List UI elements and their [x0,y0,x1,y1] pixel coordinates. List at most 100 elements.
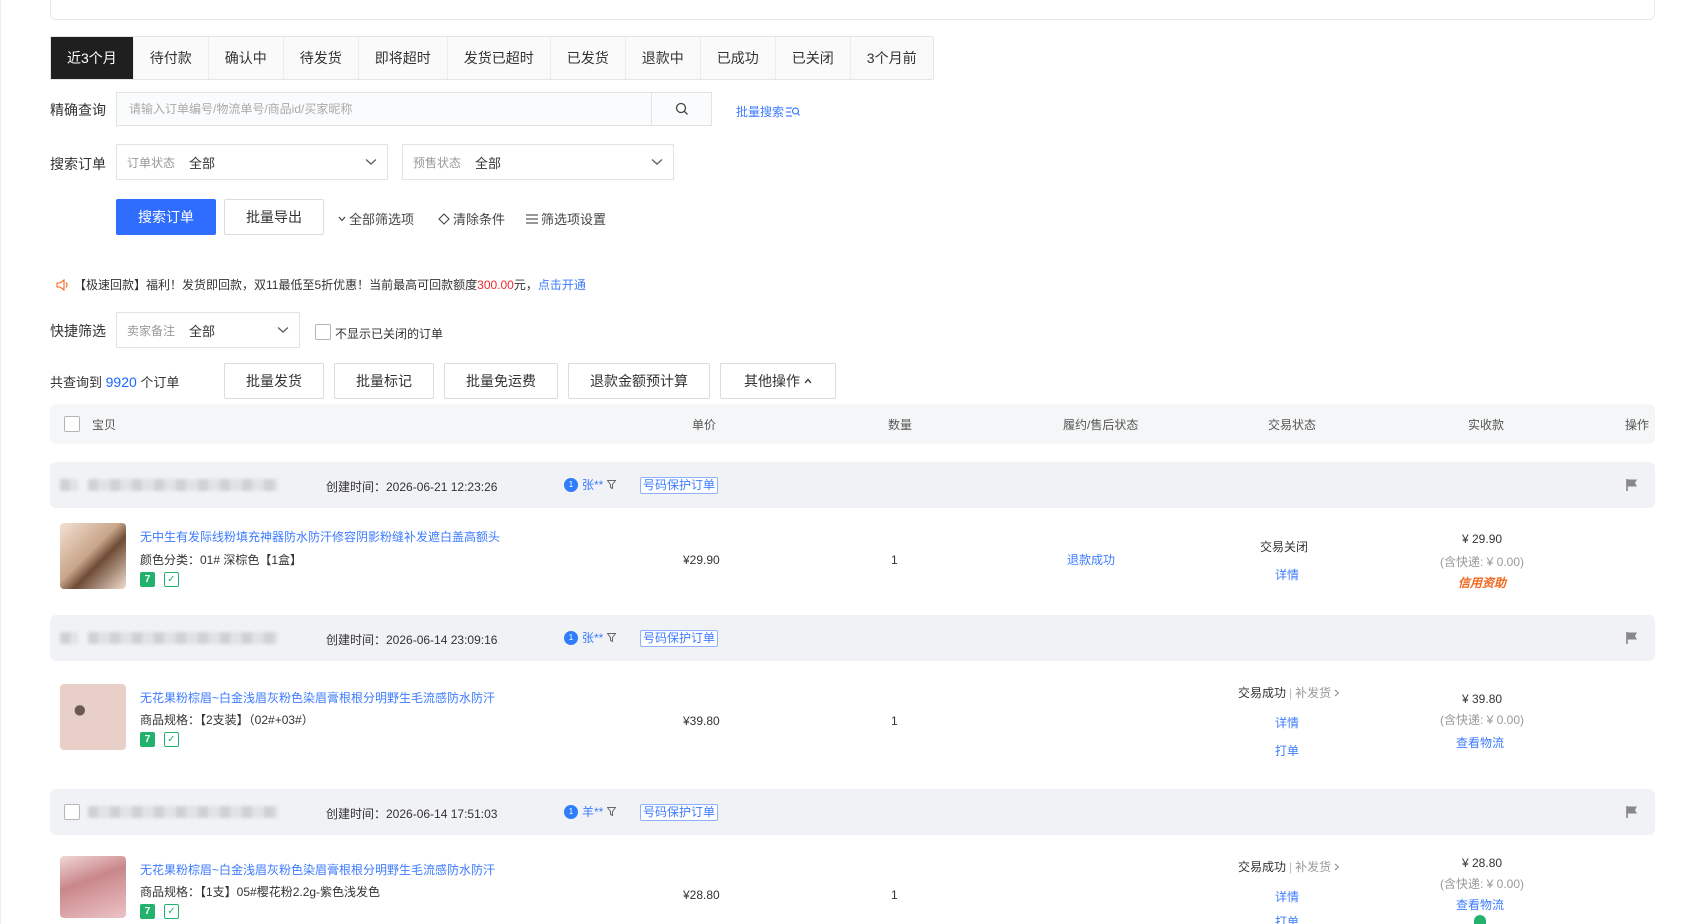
redacted-checkbox [60,479,78,491]
after-sale-status[interactable]: 退款成功 [1067,551,1115,568]
trade-status: 交易成功 [1238,686,1287,700]
detail-link[interactable]: 详情 [1275,566,1299,583]
product-spec: 商品规格：【2支装】（02#+03#） [140,713,314,727]
product-thumbnail[interactable] [60,856,126,918]
paid-amount: ¥ 39.80 [1462,692,1503,706]
batch-free-shipping-button[interactable]: 批量免运费 [444,363,558,399]
buyer-contact[interactable]: 1 张** [564,476,617,493]
unit-price: ¥39.80 [683,714,720,728]
buyer-name: 张** [582,478,604,492]
redacted-order-id [88,632,278,644]
order-checkbox[interactable] [64,804,80,820]
tab-refunding[interactable]: 退款中 [626,37,701,79]
quantity: 1 [891,888,898,902]
product-title[interactable]: 无花果粉棕眉~白金浅眉灰粉色染眉膏根根分明野生毛流感防水防汗 [140,689,495,706]
eraser-icon [438,212,450,225]
order-status-value: 全部 [189,155,216,171]
order-header: 创建时间：2026-06-14 17:51:03 1 羊** 号码保护订单 [50,789,1655,835]
tab-recent-3-months[interactable]: 近3个月 [51,37,134,79]
buyer-contact[interactable]: 1 羊** [564,803,617,820]
flag-icon[interactable] [1625,631,1639,645]
filter-icon [607,480,617,489]
chat-icon: 1 [564,630,578,645]
created-time: 创建时间：2026-06-14 23:09:16 [326,633,498,647]
product-title[interactable]: 无中生有发际线粉填充神器防水防汗修容阴影粉缝补发遮白盖高额头 [140,528,500,545]
filter-settings-label: 筛选项设置 [541,212,607,227]
batch-search-link[interactable]: 批量搜索 [736,103,800,120]
search-input[interactable] [117,93,651,125]
seller-note-select[interactable]: 卖家备注 全部 [116,312,300,348]
trade-status: 交易成功 [1238,860,1287,874]
presale-status-select[interactable]: 预售状态 全部 [402,144,674,180]
col-qty: 数量 [888,418,913,432]
tab-closed[interactable]: 已关闭 [776,37,851,79]
tab-shipped[interactable]: 已发货 [551,37,626,79]
tab-succeeded[interactable]: 已成功 [701,37,776,79]
chevron-right-icon [1334,863,1340,870]
col-paid: 实收款 [1468,418,1505,432]
seven-day-return-icon: 7 [140,904,155,919]
notice-suffix: 元， [513,278,538,292]
guarantee-icon: ✓ [164,904,179,919]
chevron-up-icon [804,378,812,384]
redacted-order-id [88,479,278,491]
all-filters-label: 全部筛选项 [349,212,415,227]
print-order-link[interactable]: 打单 [1275,742,1299,759]
order-count: 9920 [105,374,137,390]
summary-prefix: 共查询到 [50,375,103,390]
presale-status-value: 全部 [475,155,502,171]
chevron-down-icon [338,216,346,221]
product-title[interactable]: 无花果粉棕眉~白金浅眉灰粉色染眉膏根根分明野生毛流感防水防汗 [140,861,495,878]
product-thumbnail[interactable] [60,684,126,750]
all-filters-toggle[interactable]: 全部筛选项 [338,209,414,228]
product-thumbnail[interactable] [60,523,126,589]
redacted-order-id [88,806,278,818]
refund-precalc-button[interactable]: 退款金额预计算 [568,363,710,399]
col-item: 宝贝 [92,418,117,432]
seller-note-value: 全部 [189,323,216,339]
chevron-down-icon [365,158,377,165]
tab-confirming[interactable]: 确认中 [209,37,284,79]
buyer-contact[interactable]: 1 张** [564,629,617,646]
view-logistics-link[interactable]: 查看物流 [1456,734,1504,751]
tab-to-ship[interactable]: 待发货 [284,37,359,79]
reship-link[interactable]: 补发货 [1295,858,1331,875]
view-logistics-link[interactable]: 查看物流 [1456,896,1504,913]
speaker-icon [56,278,68,291]
filter-settings-button[interactable]: 筛选项设置 [526,209,606,228]
search-icon [675,102,688,115]
tab-ship-timeout[interactable]: 发货已超时 [448,37,551,79]
filter-icon [607,633,617,642]
reship-link[interactable]: 补发货 [1295,684,1331,701]
summary-suffix: 个订单 [140,375,180,390]
quantity: 1 [891,714,898,728]
select-all-checkbox[interactable] [64,416,80,432]
search-order-button[interactable]: 搜索订单 [116,199,216,235]
tab-pending-payment[interactable]: 待付款 [134,37,209,79]
order-status-select[interactable]: 订单状态 全部 [116,144,388,180]
tab-near-timeout[interactable]: 即将超时 [359,37,448,79]
notice-activate-link[interactable]: 点击开通 [538,276,586,293]
hide-closed-checkbox[interactable] [315,324,331,340]
flag-icon[interactable] [1625,805,1639,819]
col-price: 单价 [692,418,717,432]
order-tabs: 近3个月 待付款 确认中 待发货 即将超时 发货已超时 已发货 退款中 已成功 … [50,36,934,80]
flag-icon[interactable] [1625,478,1639,492]
clear-conditions-button[interactable]: 清除条件 [438,209,505,228]
other-actions-button[interactable]: 其他操作 [720,363,836,399]
batch-mark-button[interactable]: 批量标记 [334,363,434,399]
filter-icon [607,807,617,816]
paid-amount: ¥ 29.90 [1462,532,1503,546]
menu-icon [526,213,538,224]
left-divider [0,0,1,924]
search-order-label: 搜索订单 [50,156,106,172]
print-order-link[interactable]: 打单 [1275,913,1299,924]
shipping-fee: (含快递: ¥ 0.00) [1440,877,1525,891]
notice-amount: 300.00 [477,277,514,292]
batch-ship-button[interactable]: 批量发货 [224,363,324,399]
tab-before-3-months[interactable]: 3个月前 [851,37,933,79]
batch-export-button[interactable]: 批量导出 [224,199,324,235]
detail-link[interactable]: 详情 [1275,888,1299,905]
search-button[interactable] [651,93,711,125]
detail-link[interactable]: 详情 [1275,714,1299,731]
